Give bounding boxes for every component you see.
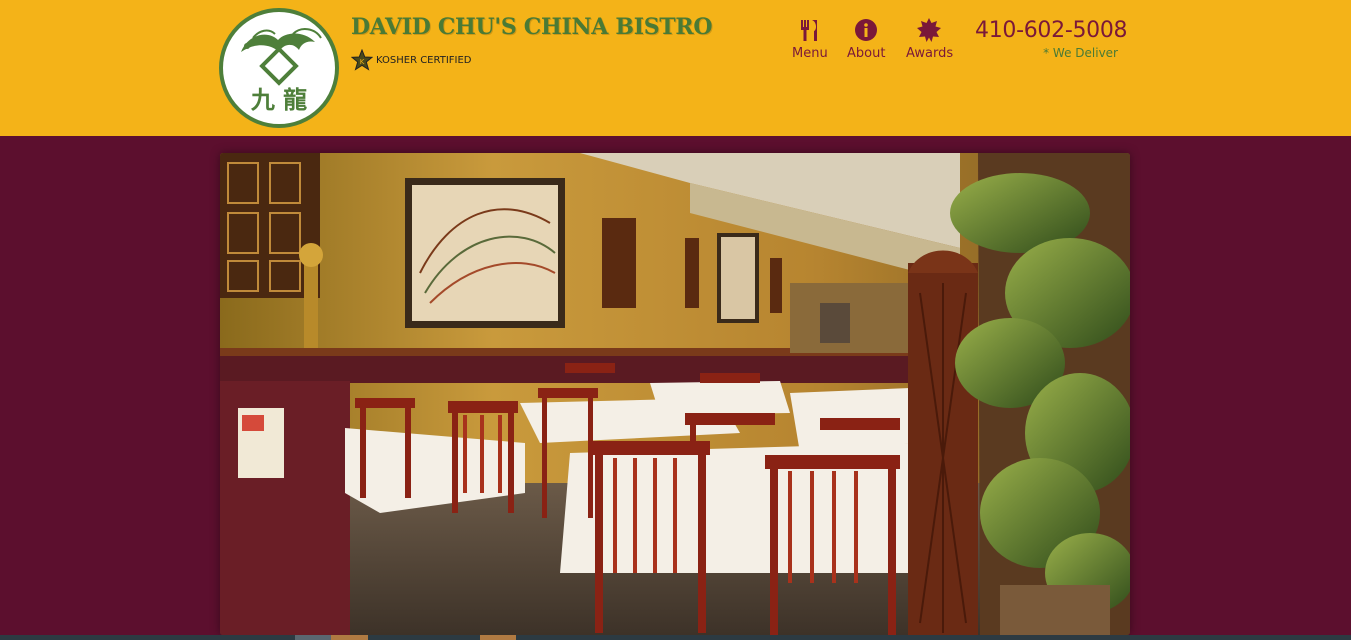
star-icon: K [351, 49, 373, 71]
strip-segment [295, 635, 331, 640]
logo-glyphs: 九 龍 [250, 85, 307, 114]
kosher-badge: K KOSHER CERTIFIED [351, 48, 472, 72]
dragon-logo-icon: 九 龍 [241, 28, 322, 114]
nav-awards-label: Awards [906, 46, 954, 61]
site-header: 九 龍 DAVID CHU'S CHINA BISTRO K KOSHER CE… [0, 0, 1351, 136]
kosher-label: KOSHER CERTIFIED [376, 54, 472, 66]
info-icon [855, 19, 877, 41]
nav-menu-label: Menu [792, 46, 828, 61]
brand-title[interactable]: DAVID CHU'S CHINA BISTRO [351, 14, 713, 40]
nav-awards[interactable]: Awards [906, 18, 954, 61]
svg-text:K: K [360, 58, 365, 66]
bottom-strip [0, 635, 1351, 640]
strip-segment [331, 635, 368, 640]
hero-image [220, 153, 1130, 635]
restaurant-photo-icon [220, 153, 1130, 635]
delivery-note: * We Deliver [1043, 46, 1118, 60]
strip-segment [480, 635, 516, 640]
nav-about[interactable]: About [847, 18, 885, 61]
nav-menu[interactable]: Menu [792, 18, 828, 61]
phone-number[interactable]: 410-602-5008 [975, 18, 1128, 43]
utensils-icon [801, 20, 817, 41]
award-burst-icon [917, 18, 941, 42]
logo[interactable]: 九 龍 [219, 8, 339, 128]
nav-about-label: About [847, 46, 886, 61]
